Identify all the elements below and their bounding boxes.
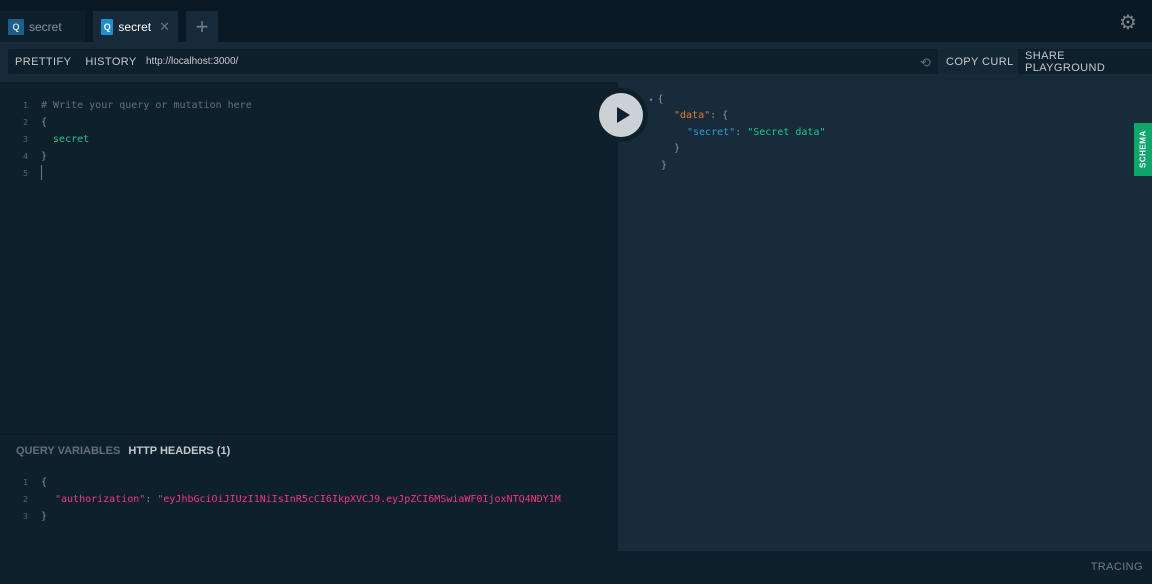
tab-secret-2[interactable]: Q secret ✕ xyxy=(93,11,178,42)
toolbar: PRETTIFY HISTORY http://localhost:3000/ … xyxy=(0,42,1152,82)
history-button[interactable]: HISTORY xyxy=(78,56,143,68)
code-line: { xyxy=(41,117,48,128)
new-tab-button[interactable]: + xyxy=(186,11,218,42)
line-number: 3 xyxy=(23,512,28,521)
result-line: } xyxy=(674,143,681,154)
tab-query-variables[interactable]: QUERY VARIABLES xyxy=(16,445,120,457)
prettify-button[interactable]: PRETTIFY xyxy=(8,56,78,68)
execute-query-button[interactable] xyxy=(594,88,648,142)
result-line: "data": { xyxy=(674,110,729,121)
line-number: 4 xyxy=(23,152,28,161)
variables-panel: QUERY VARIABLES HTTP HEADERS (1) 1 { 2 "au… xyxy=(0,434,618,551)
code-line: # Write your query or mutation here xyxy=(41,100,252,111)
result-panel: ▾ { "data": { "secret": "Secret data" } … xyxy=(618,82,1152,551)
query-editor[interactable]: 1 # Write your query or mutation here 2{ … xyxy=(0,82,618,434)
result-line: } xyxy=(661,160,668,171)
line-number: 5 xyxy=(23,169,28,178)
tab-label: secret xyxy=(29,19,62,34)
copy-curl-button[interactable]: COPY CURL xyxy=(938,49,1022,74)
line-number: 1 xyxy=(23,478,28,487)
result-line: "secret": "Secret data" xyxy=(687,127,826,138)
editor-actions: PRETTIFY HISTORY xyxy=(8,49,144,74)
line-number: 1 xyxy=(23,101,28,110)
code-line: } xyxy=(41,511,48,522)
gear-icon[interactable]: ⚙ xyxy=(1119,10,1137,35)
query-icon: Q xyxy=(8,18,24,35)
tab-http-headers[interactable]: HTTP HEADERS (1) xyxy=(128,445,230,457)
text-cursor xyxy=(41,164,42,183)
share-playground-button[interactable]: SHARE PLAYGROUND xyxy=(1018,49,1152,74)
code-line: { xyxy=(41,477,48,488)
reload-schema-icon[interactable]: ⟲ xyxy=(920,55,931,71)
schema-tab[interactable]: SCHEMA xyxy=(1134,123,1152,176)
play-icon xyxy=(616,107,630,123)
tab-secret-1[interactable]: Q secret xyxy=(0,11,85,42)
tab-label: secret xyxy=(118,19,152,34)
line-number: 2 xyxy=(23,118,28,127)
line-number: 3 xyxy=(23,135,28,144)
code-line: } xyxy=(41,151,48,162)
tab-bar: Q secret Q secret ✕ + ⚙ xyxy=(0,0,1152,42)
code-line: secret xyxy=(41,134,90,145)
line-number: 2 xyxy=(23,495,28,504)
query-icon: Q xyxy=(101,18,114,35)
endpoint-url-input[interactable]: http://localhost:3000/ xyxy=(136,49,1014,74)
close-tab-icon[interactable]: ✕ xyxy=(159,19,170,35)
tracing-button[interactable]: TRACING xyxy=(1091,561,1143,573)
footer: TRACING xyxy=(0,551,1152,584)
code-line: "authorization": "eyJhbGciOiJIUzI1NiIsIn… xyxy=(55,494,561,505)
result-line: ▾ { xyxy=(649,94,664,105)
